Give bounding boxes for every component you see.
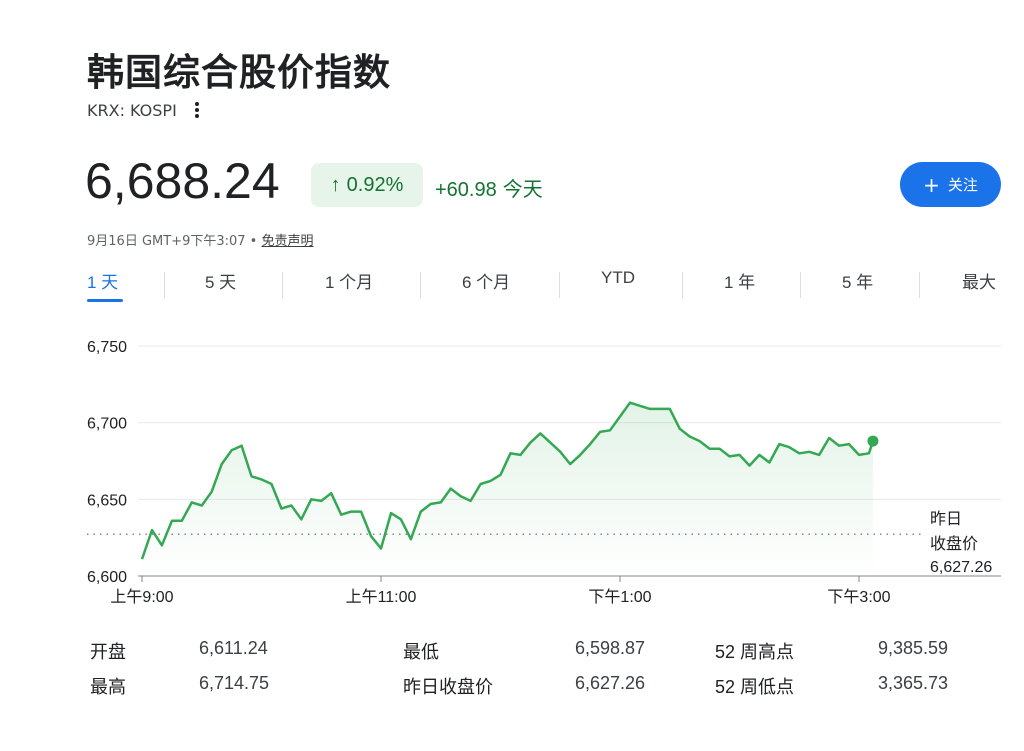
- current-price-dot: [867, 435, 879, 447]
- stat-label-52w-low: 52 周低点: [715, 677, 795, 697]
- tab-5y[interactable]: 5 年: [842, 268, 873, 302]
- prev-close-label-1: 昨日: [930, 510, 962, 528]
- tab-ytd[interactable]: YTD: [601, 268, 635, 302]
- prev-close-label-value: 6,627.26: [930, 559, 992, 576]
- disclaimer-link[interactable]: 免责声明: [261, 234, 313, 249]
- more-vert-icon[interactable]: [194, 100, 201, 120]
- tab-divider: [420, 272, 421, 298]
- tab-divider: [919, 272, 920, 298]
- prev-close-label-2: 收盘价: [930, 534, 978, 553]
- tab-divider: [800, 272, 801, 298]
- tab-divider: [282, 272, 283, 298]
- ticker-row: KRX: KOSPI: [87, 100, 201, 120]
- ticker-symbol: KRX: KOSPI: [87, 100, 177, 120]
- chart-area-fill: [142, 402, 873, 576]
- tab-divider: [682, 272, 683, 298]
- stat-value-prev-close: 6,627.26: [575, 673, 646, 693]
- tab-divider: [164, 272, 165, 298]
- change-period: 今天: [502, 179, 543, 201]
- tab-max[interactable]: 最大: [962, 268, 996, 302]
- x-tick-label: 下午1:00: [588, 588, 651, 606]
- active-tab-indicator: [87, 299, 123, 302]
- price-chart[interactable]: 6,750 6,700 6,650 6,600 上午9:00 上午11:00 下午1:00…: [0, 315, 1024, 615]
- stat-label-prev-close: 昨日收盘价: [403, 677, 493, 697]
- range-tabs: 1 天 5 天 1 个月 6 个月 YTD 1 年 5 年 最大: [87, 268, 1001, 302]
- tab-1m[interactable]: 1 个月: [325, 268, 373, 302]
- current-price: 6,688.24: [85, 153, 280, 209]
- x-tick-label: 下午3:00: [827, 588, 890, 606]
- page-title: 韩国综合股价指数: [87, 51, 391, 94]
- y-tick-label: 6,650: [87, 492, 127, 509]
- stat-value-low: 6,598.87: [575, 638, 646, 658]
- arrow-up-icon: ↑: [330, 173, 341, 196]
- tab-1y[interactable]: 1 年: [724, 268, 755, 302]
- stat-label-high: 最高: [90, 677, 126, 697]
- absolute-change: +60.98 今天: [435, 173, 543, 202]
- tab-6m[interactable]: 6 个月: [462, 268, 510, 302]
- tab-1d[interactable]: 1 天: [87, 268, 118, 302]
- percent-change-badge: ↑ 0.92%: [311, 163, 423, 207]
- percent-change: 0.92%: [346, 173, 404, 196]
- plus-icon: +: [923, 172, 940, 197]
- follow-label: 关注: [947, 176, 978, 194]
- tab-5d[interactable]: 5 天: [205, 268, 236, 302]
- stat-value-high: 6,714.75: [199, 673, 270, 693]
- stat-label-open: 开盘: [90, 642, 126, 662]
- x-tick-label: 上午11:00: [346, 588, 417, 606]
- stat-value-52w-low: 3,365.73: [878, 673, 949, 693]
- stat-value-open: 6,611.24: [199, 638, 268, 658]
- y-tick-label: 6,600: [87, 569, 127, 586]
- tab-divider: [559, 272, 560, 298]
- y-tick-label: 6,750: [87, 339, 127, 356]
- y-tick-label: 6,700: [87, 416, 127, 433]
- x-tick-label: 上午9:00: [110, 588, 173, 606]
- stat-label-52w-high: 52 周高点: [715, 642, 795, 662]
- absolute-change-value: +60.98: [435, 179, 497, 201]
- follow-button[interactable]: + 关注: [900, 162, 1001, 207]
- stat-label-low: 最低: [403, 642, 439, 662]
- stat-value-52w-high: 9,385.59: [878, 638, 949, 658]
- timestamp: 9月16日 GMT+9下午3:07 • 免责声明: [87, 230, 314, 249]
- timestamp-text: 9月16日 GMT+9下午3:07 •: [87, 234, 258, 249]
